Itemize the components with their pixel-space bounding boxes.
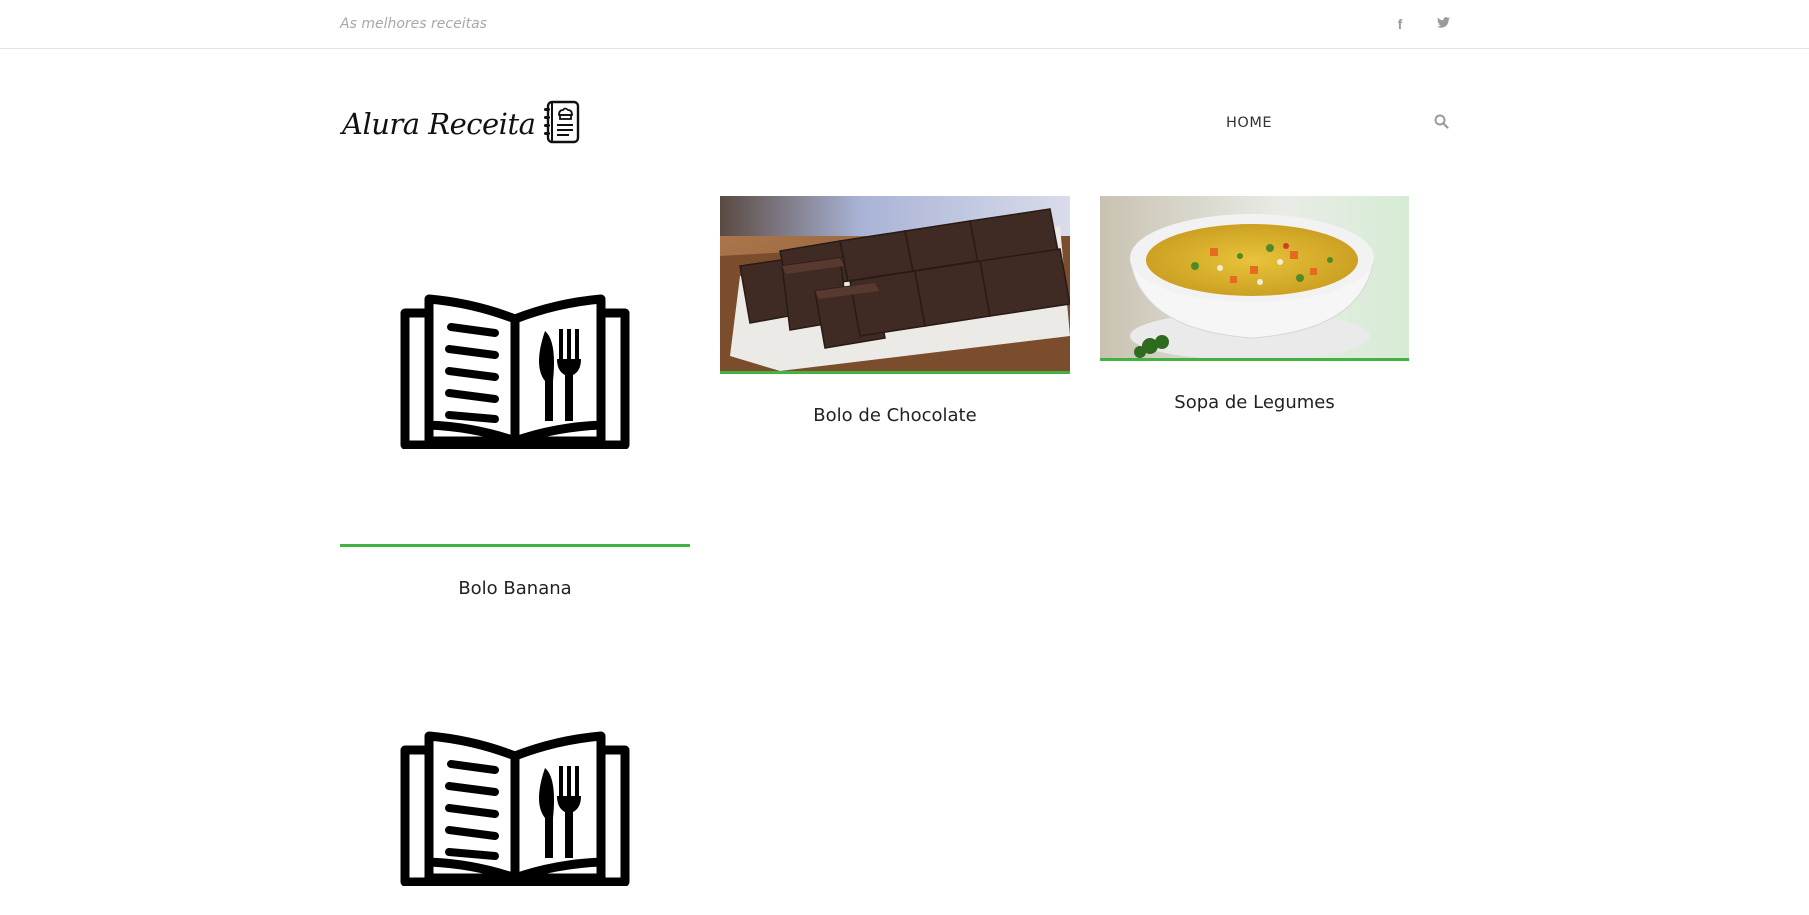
card-accent-bar	[720, 371, 1070, 374]
card-accent-bar	[1100, 358, 1409, 361]
search-icon[interactable]	[1434, 114, 1452, 132]
recipe-title[interactable]: Bolo de Chocolate	[720, 405, 1070, 426]
recipe-notebook-icon	[542, 100, 582, 148]
site-logo[interactable]: Alura Receita	[342, 100, 582, 148]
nav-home-link[interactable]: HOME	[1226, 115, 1272, 131]
tagline: As melhores receitas	[340, 16, 487, 32]
recipe-card[interactable]: Sopa de Legumes	[1100, 196, 1409, 413]
recipe-title[interactable]: Sopa de Legumes	[1100, 392, 1409, 413]
chocolate-cake-photo	[720, 196, 1070, 371]
top-bar: As melhores receitas f	[0, 0, 1809, 49]
recipe-card[interactable]: Bolo Banana	[340, 196, 690, 599]
facebook-icon[interactable]: f	[1390, 14, 1410, 34]
recipe-card[interactable]	[340, 632, 690, 915]
twitter-icon[interactable]	[1433, 14, 1453, 34]
recipe-book-icon	[340, 196, 690, 544]
recipe-title[interactable]: Bolo Banana	[340, 578, 690, 599]
vegetable-soup-photo	[1100, 196, 1409, 358]
logo-text: Alura Receita	[342, 107, 536, 141]
recipe-card[interactable]: Bolo de Chocolate	[720, 196, 1070, 426]
recipe-book-icon	[340, 632, 690, 915]
card-accent-bar	[340, 544, 690, 547]
